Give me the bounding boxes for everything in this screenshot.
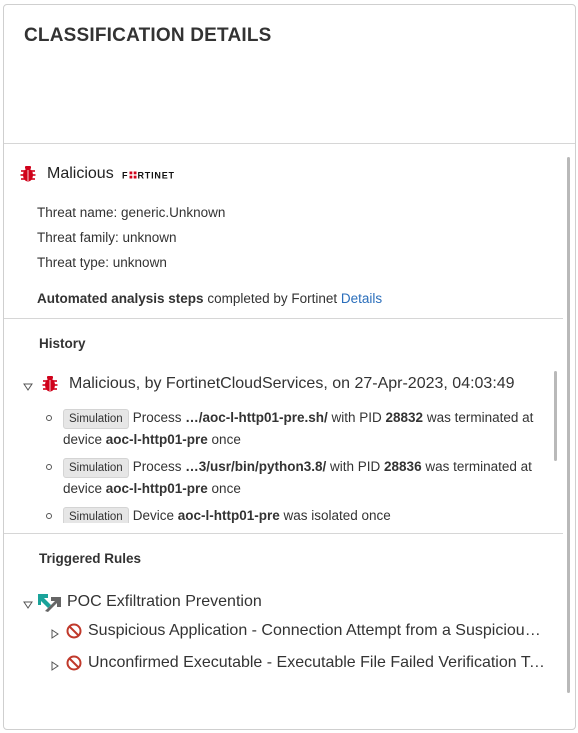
item-text: Process <box>132 459 186 474</box>
rule-row[interactable]: Unconfirmed Executable - Executable File… <box>50 654 550 672</box>
item-text: Process <box>132 410 186 425</box>
simulation-badge: Simulation <box>63 458 129 478</box>
chevron-down-icon[interactable] <box>23 379 33 391</box>
history-action-list[interactable]: Simulation Process …/aoc-l-http01-pre.sh/… <box>31 407 543 523</box>
divider-verdict <box>4 318 563 319</box>
divider-title <box>4 143 575 144</box>
details-link[interactable]: Details <box>341 291 382 306</box>
rule-group-label: POC Exfiltration Prevention <box>67 593 262 610</box>
classification-details-panel: CLASSIFICATION DETAILS Malicious F RTINE… <box>3 4 576 730</box>
item-text: with PID <box>326 459 385 474</box>
rule-group-row[interactable]: POC Exfiltration Prevention <box>23 591 262 613</box>
item-text: once <box>207 432 241 447</box>
svg-text:F: F <box>122 171 128 181</box>
svg-text:RTINET: RTINET <box>137 171 174 181</box>
bullet-icon <box>46 513 52 519</box>
item-text: with PID <box>327 410 386 425</box>
list-item: Simulation Process …3/usr/bin/python3.8/ … <box>31 456 543 499</box>
device-name: aoc-l-http01-pre <box>105 481 208 496</box>
item-text: was isolated once <box>279 508 391 523</box>
item-text: once <box>207 481 241 496</box>
chevron-right-icon[interactable] <box>50 658 60 671</box>
rule-row[interactable]: Suspicious Application - Connection Atte… <box>50 622 550 640</box>
verdict-label: Malicious <box>47 165 114 182</box>
list-item: Simulation Process …/aoc-l-http01-pre.sh/… <box>31 407 543 450</box>
process-path: …/aoc-l-http01-pre.sh/ <box>185 410 328 425</box>
process-path: …3/usr/bin/python3.8/ <box>185 459 327 474</box>
device-name: aoc-l-http01-pre <box>105 432 208 447</box>
list-item: Simulation Device aoc-l-http01-pre was is… <box>31 505 543 523</box>
device-name: aoc-l-http01-pre <box>177 508 280 523</box>
analysis-steps-text: completed by Fortinet <box>203 291 341 306</box>
rule-label: Unconfirmed Executable - Executable File… <box>88 654 546 671</box>
block-icon <box>66 623 82 639</box>
history-entry[interactable]: Malicious, by FortinetCloudServices, on … <box>23 375 515 393</box>
process-pid: 28832 <box>385 410 424 425</box>
chevron-right-icon[interactable] <box>50 626 60 639</box>
chevron-down-icon[interactable] <box>23 597 33 609</box>
verdict-row: Malicious F RTINET <box>19 165 184 183</box>
threat-type: Threat type: unknown <box>37 255 167 270</box>
triggered-rules-heading: Triggered Rules <box>39 551 142 566</box>
simulation-badge: Simulation <box>63 409 129 429</box>
bullet-icon <box>46 464 52 470</box>
simulation-badge: Simulation <box>63 507 129 523</box>
block-icon <box>66 655 82 671</box>
history-heading: History <box>39 336 86 351</box>
panel-scrollbar[interactable] <box>567 157 570 693</box>
divider-history <box>4 533 563 534</box>
exfiltration-icon <box>37 591 63 613</box>
analysis-steps-line: Automated analysis steps completed by Fo… <box>37 291 382 306</box>
threat-name: Threat name: generic.Unknown <box>37 205 226 220</box>
process-pid: 28836 <box>384 459 422 474</box>
panel-title: CLASSIFICATION DETAILS <box>24 25 272 46</box>
history-scrollbar[interactable] <box>554 371 557 461</box>
analysis-steps-label: Automated analysis steps <box>37 291 204 306</box>
bullet-icon <box>46 415 52 421</box>
bug-icon <box>19 165 37 183</box>
rule-label: Suspicious Application - Connection Atte… <box>88 622 546 639</box>
history-entry-label: Malicious, by FortinetCloudServices, on … <box>69 375 515 392</box>
threat-family: Threat family: unknown <box>37 230 177 245</box>
item-text: Device <box>132 508 178 523</box>
bug-icon <box>41 375 59 393</box>
fortinet-logo: F RTINET <box>122 170 184 181</box>
